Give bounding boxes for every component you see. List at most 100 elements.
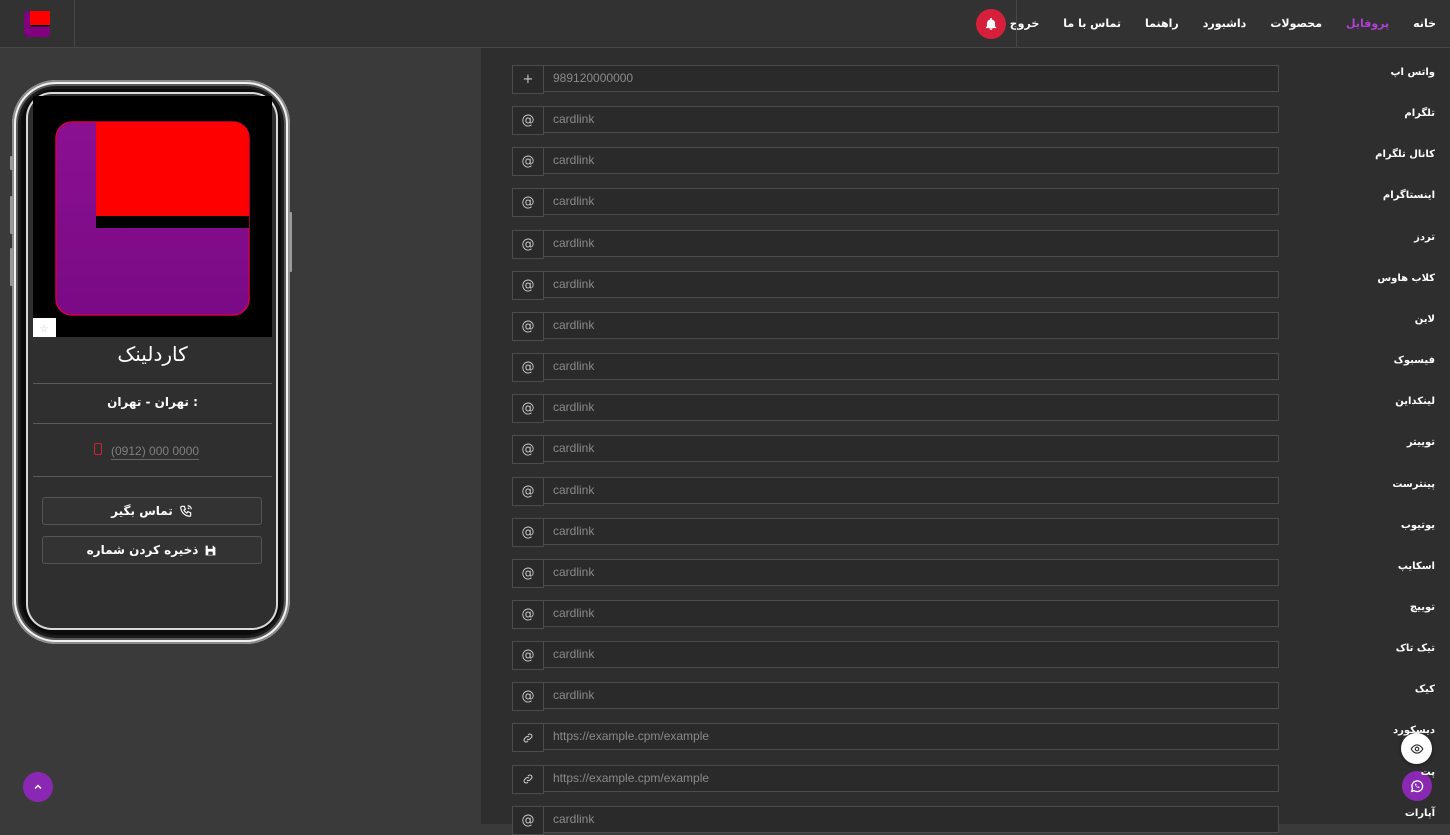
social-field-row: @ (512, 558, 1279, 588)
nav-divider (1016, 0, 1017, 47)
phone-side-button (10, 156, 13, 170)
chevron-up-icon (34, 784, 42, 790)
social-field-input[interactable] (544, 311, 1279, 339)
social-field-input[interactable] (544, 229, 1279, 257)
field-label: کیک (1414, 684, 1435, 696)
whatsapp-icon (1410, 780, 1424, 793)
social-field-input[interactable] (544, 476, 1279, 504)
cardlink-logo[interactable] (24, 11, 50, 37)
nav-item[interactable]: محصولات (1270, 17, 1322, 30)
field-label: واتس اپ (1390, 67, 1436, 78)
field-label: تیک تاک (1395, 643, 1435, 655)
field-label: تردز (1414, 231, 1435, 243)
social-field-row: @ (512, 805, 1279, 835)
field-label: لاین (1414, 313, 1435, 325)
nav-item[interactable]: خانه (1413, 17, 1436, 30)
social-field-row: @ (512, 435, 1279, 465)
save-contact-button[interactable]: ذخیره کردن شماره (42, 536, 262, 564)
social-field-input[interactable] (544, 353, 1279, 381)
social-field-row: @ (512, 599, 1279, 629)
social-field-input[interactable] (544, 641, 1279, 669)
field-label: کانال تلگرام (1375, 149, 1435, 161)
at-prefix: @ (512, 229, 544, 259)
social-field-row: @ (512, 188, 1279, 218)
nav-item[interactable]: خروج (1010, 17, 1040, 30)
notification-bell-button[interactable] (976, 9, 1006, 39)
field-label: تلگرام (1404, 108, 1435, 120)
floppy-disk-icon (206, 545, 216, 555)
field-label: توییتر (1406, 437, 1435, 449)
social-field-input[interactable] (544, 599, 1279, 627)
card-name: کاردلینک (117, 342, 188, 366)
field-label: فیسبوک (1393, 355, 1435, 367)
divider (33, 383, 272, 384)
field-label: پت (1420, 766, 1435, 778)
link-icon (523, 774, 533, 784)
field-label: اینستاگرام (1382, 190, 1435, 202)
at-prefix: @ (512, 270, 544, 300)
divider (33, 423, 272, 424)
social-field-row (512, 723, 1279, 753)
at-prefix: @ (512, 188, 544, 218)
social-field-input[interactable] (544, 682, 1279, 710)
social-field-row: + (512, 65, 1279, 94)
save-contact-label: ذخیره کردن شماره (86, 543, 199, 557)
link-prefix (512, 764, 544, 794)
phone-volume-up (10, 196, 13, 234)
social-field-row: @ (512, 311, 1279, 341)
social-field-input[interactable] (544, 764, 1279, 792)
link-icon (523, 733, 533, 743)
social-field-row: @ (512, 106, 1279, 136)
social-field-input[interactable] (544, 147, 1279, 175)
at-prefix: @ (512, 147, 544, 177)
social-field-input[interactable] (544, 106, 1279, 134)
call-button[interactable]: تماس بگیر (42, 497, 262, 525)
profile-image: ☆ (33, 96, 272, 337)
social-field-input[interactable] (544, 723, 1279, 751)
at-prefix: @ (512, 311, 544, 341)
cardlink-logo-large: ☆ (33, 121, 250, 337)
field-label: یوتیوب (1400, 519, 1435, 531)
nav-item[interactable]: داشبورد (1203, 17, 1247, 30)
logo-cell (0, 0, 75, 47)
at-prefix: @ (512, 641, 544, 671)
social-field-row: @ (512, 682, 1279, 712)
nav-item[interactable]: پروفایل (1346, 17, 1389, 30)
field-label: دیسکورد (1392, 725, 1435, 737)
social-field-row: @ (512, 270, 1279, 300)
link-prefix (512, 723, 544, 753)
social-field-row: @ (512, 147, 1279, 177)
social-field-input[interactable] (544, 270, 1279, 298)
scroll-to-top-button[interactable] (23, 772, 53, 802)
mobile-icon (94, 443, 102, 455)
at-prefix: @ (512, 558, 544, 588)
social-field-input[interactable] (544, 805, 1279, 833)
nav-item[interactable]: راهنما (1145, 17, 1179, 30)
social-field-row (512, 764, 1279, 794)
call-button-label: تماس بگیر (111, 504, 173, 518)
social-field-input[interactable] (544, 188, 1279, 216)
phone-number-placeholder[interactable]: (0912) 000 0000 (111, 444, 200, 460)
social-field-row: @ (512, 229, 1279, 259)
preview-toggle-button[interactable] (1401, 733, 1432, 764)
social-field-input[interactable] (544, 394, 1279, 422)
bell-icon (985, 17, 997, 30)
social-field-input[interactable] (544, 65, 1279, 92)
social-field-row: @ (512, 476, 1279, 506)
social-field-row: @ (512, 353, 1279, 383)
divider (33, 476, 272, 477)
eye-icon (1409, 743, 1424, 754)
field-label: کلاب هاوس (1377, 272, 1435, 284)
phone-call-icon (179, 505, 192, 517)
at-prefix: @ (512, 435, 544, 465)
social-field-input[interactable] (544, 558, 1279, 586)
at-prefix: @ (512, 682, 544, 712)
at-prefix: @ (512, 353, 544, 383)
nav-item[interactable]: تماس با ما (1063, 17, 1121, 30)
social-field-row: @ (512, 394, 1279, 424)
phone-volume-down (10, 248, 13, 286)
social-field-input[interactable] (544, 517, 1279, 545)
plus-prefix: + (512, 65, 544, 94)
social-field-input[interactable] (544, 435, 1279, 463)
field-label: اسکایپ (1397, 560, 1435, 572)
